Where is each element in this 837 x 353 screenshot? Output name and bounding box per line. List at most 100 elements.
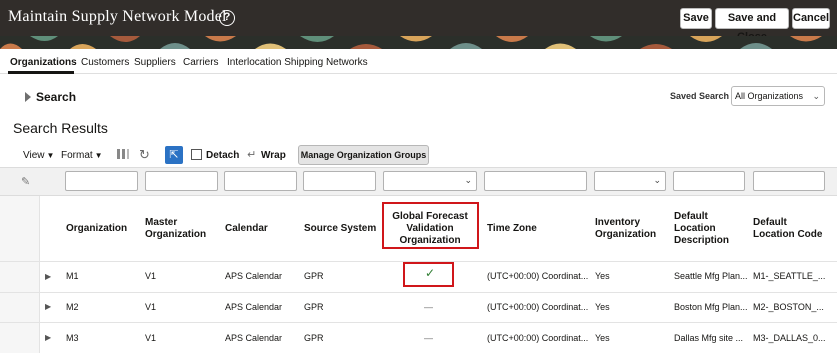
cell-default-location-code: M3-_DALLAS_0... xyxy=(753,333,826,343)
view-menu-label: View xyxy=(23,150,45,161)
filter-global-forecast-validation[interactable]: ⌄ xyxy=(383,171,477,191)
page-title: Maintain Supply Network Model xyxy=(8,8,227,25)
columns-icon-graphic xyxy=(117,149,129,159)
cell-inventory-organization: Yes xyxy=(595,271,610,281)
cell-source-system: GPR xyxy=(304,302,324,312)
refresh-icon[interactable]: ↻ xyxy=(139,147,150,163)
chevron-down-icon: ⌄ xyxy=(653,175,661,185)
wrap-button[interactable]: Wrap xyxy=(261,150,286,161)
freeze-icon[interactable]: ⇱ xyxy=(165,146,183,164)
cell-default-location-description: Boston Mfg Plan... xyxy=(674,302,748,312)
row-divider xyxy=(0,292,837,293)
banner-pattern xyxy=(0,36,837,49)
tab-organizations[interactable]: Organizations xyxy=(10,57,77,68)
cell-global-forecast-validation: — xyxy=(424,302,433,312)
tab-customers[interactable]: Customers xyxy=(81,57,129,68)
save-button[interactable]: Save xyxy=(680,8,712,29)
active-tab-indicator xyxy=(8,71,74,74)
help-icon[interactable]: ? xyxy=(219,10,235,26)
filter-source-system[interactable] xyxy=(303,171,376,191)
col-calendar[interactable]: Calendar xyxy=(225,223,268,235)
detach-icon[interactable] xyxy=(191,149,202,160)
cell-calendar: APS Calendar xyxy=(225,302,283,312)
col-master-organization-line2: Organization xyxy=(145,229,207,240)
col-inventory-organization[interactable]: Inventory Organization xyxy=(595,217,656,241)
chevron-down-icon: ⌄ xyxy=(464,175,472,185)
cell-default-location-description: Dallas Mfg site ... xyxy=(674,333,744,343)
row-selector-gutter xyxy=(0,196,40,353)
cell-default-location-description: Seattle Mfg Plan... xyxy=(674,271,748,281)
cell-organization[interactable]: M3 xyxy=(66,333,79,343)
col-default-location-code[interactable]: Default Location Code xyxy=(753,217,822,241)
cancel-button[interactable]: Cancel xyxy=(792,8,830,29)
page-header: Maintain Supply Network Model ? Save Sav… xyxy=(0,0,837,43)
caret-down-icon: ▼ xyxy=(94,151,103,160)
view-menu[interactable]: View ▼ xyxy=(23,150,54,161)
col-dlc-line1: Default xyxy=(753,217,787,228)
col-dld-line2: Location xyxy=(674,223,716,234)
highlight-box-header xyxy=(382,202,479,249)
col-organization[interactable]: Organization xyxy=(66,223,127,235)
filter-time-zone[interactable] xyxy=(484,171,587,191)
saved-search-value: All Organizations xyxy=(735,91,804,101)
search-disclosure[interactable]: Search xyxy=(25,90,76,104)
cancel-label: Cancel xyxy=(793,12,830,24)
saved-search-select[interactable]: All Organizations ⌄ xyxy=(731,86,825,106)
caret-down-icon: ▼ xyxy=(46,151,55,160)
cell-inventory-organization: Yes xyxy=(595,333,610,343)
cell-default-location-code: M2-_BOSTON_... xyxy=(753,302,824,312)
columns-icon[interactable] xyxy=(116,147,130,163)
row-divider xyxy=(0,322,837,323)
save-and-close-button[interactable]: Save and Close xyxy=(715,8,789,43)
search-label: Search xyxy=(36,90,77,104)
format-menu[interactable]: Format ▼ xyxy=(61,150,103,161)
col-default-location-description[interactable]: Default Location Description xyxy=(674,211,729,247)
tab-carriers[interactable]: Carriers xyxy=(183,57,219,68)
cell-organization[interactable]: M1 xyxy=(66,271,79,281)
cell-time-zone: (UTC+00:00) Coordinat... xyxy=(487,302,589,312)
cell-default-location-code: M1-_SEATTLE_... xyxy=(753,271,826,281)
cell-global-forecast-validation: — xyxy=(424,333,433,343)
format-menu-label: Format xyxy=(61,150,93,161)
filter-inventory-organization[interactable]: ⌄ xyxy=(594,171,666,191)
highlight-box-check xyxy=(403,262,454,287)
col-master-organization[interactable]: Master Organization xyxy=(145,217,206,241)
tab-bar: Organizations Customers Suppliers Carrie… xyxy=(0,49,837,74)
expand-triangle-icon xyxy=(25,92,31,102)
col-time-zone[interactable]: Time Zone xyxy=(487,223,537,235)
cell-calendar: APS Calendar xyxy=(225,333,283,343)
detach-button[interactable]: Detach xyxy=(206,150,239,161)
col-inventory-line2: Organization xyxy=(595,229,657,240)
filter-master-organization[interactable] xyxy=(145,171,218,191)
filter-default-location-description[interactable] xyxy=(673,171,745,191)
decorative-banner xyxy=(0,36,837,49)
cell-master-organization: V1 xyxy=(145,302,157,312)
cell-inventory-organization: Yes xyxy=(595,302,610,312)
tab-suppliers[interactable]: Suppliers xyxy=(134,57,176,68)
filter-default-location-code[interactable] xyxy=(753,171,825,191)
cell-source-system: GPR xyxy=(304,271,324,281)
filter-organization[interactable] xyxy=(65,171,138,191)
search-results-title: Search Results xyxy=(13,120,108,136)
col-dlc-line2: Location Code xyxy=(753,229,823,240)
manage-organization-groups-button[interactable]: Manage Organization Groups xyxy=(298,145,429,165)
filter-calendar[interactable] xyxy=(224,171,297,191)
cell-time-zone: (UTC+00:00) Coordinat... xyxy=(487,333,589,343)
row-expand-icon[interactable]: ▶ xyxy=(45,302,51,311)
saved-search-label: Saved Search xyxy=(670,91,730,101)
col-inventory-line1: Inventory xyxy=(595,217,641,228)
col-master-organization-line1: Master xyxy=(145,217,178,228)
cell-organization[interactable]: M2 xyxy=(66,302,79,312)
col-dld-line3: Description xyxy=(674,235,730,246)
wrap-icon[interactable]: ↵ xyxy=(247,147,256,163)
cell-time-zone: (UTC+00:00) Coordinat... xyxy=(487,271,589,281)
col-source-system[interactable]: Source System xyxy=(304,223,376,235)
cell-master-organization: V1 xyxy=(145,333,157,343)
col-dld-line1: Default xyxy=(674,211,708,222)
row-expand-icon[interactable]: ▶ xyxy=(45,333,51,342)
cell-master-organization: V1 xyxy=(145,271,157,281)
save-button-label: Save xyxy=(683,12,709,24)
pencil-icon[interactable]: ✎ xyxy=(21,175,30,188)
tab-interlocation-shipping-networks[interactable]: Interlocation Shipping Networks xyxy=(227,57,368,68)
row-expand-icon[interactable]: ▶ xyxy=(45,272,51,281)
